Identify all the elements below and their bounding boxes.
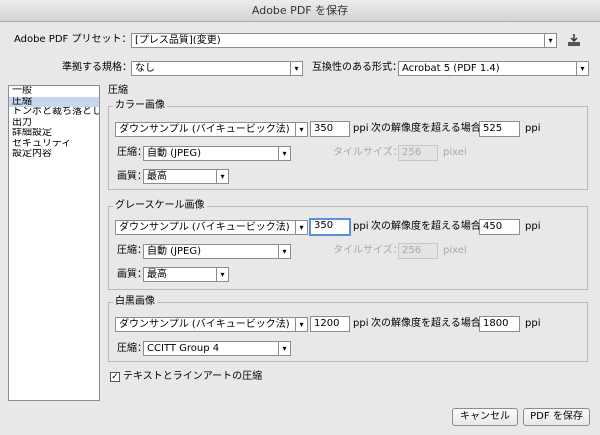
color-ppi-input[interactable]: 350 xyxy=(310,121,350,137)
preset-label: Adobe PDF プリセット： xyxy=(14,34,132,45)
save-pdf-button[interactable]: PDF を保存 xyxy=(523,408,590,426)
grayscale-sampling-select[interactable]: ダウンサンプル (バイキュービック法) ▾ xyxy=(115,220,308,235)
sidebar-item-summary[interactable]: 設定内容 xyxy=(9,149,99,160)
grayscale-compression-select[interactable]: 自動 (JPEG) ▾ xyxy=(143,244,291,259)
standard-label: 準拠する規格： xyxy=(62,62,132,73)
monochrome-threshold-unit: ppi xyxy=(525,318,541,329)
section-title: 圧縮 xyxy=(108,85,128,96)
chevron-down-icon: ▾ xyxy=(278,245,290,258)
monochrome-ppi-unit: ppi xyxy=(353,318,369,329)
grayscale-threshold-input[interactable]: 450 xyxy=(479,219,520,235)
chevron-down-icon: ▾ xyxy=(295,318,307,331)
chevron-down-icon: ▾ xyxy=(295,221,307,234)
grayscale-ppi-input[interactable]: 350 xyxy=(309,218,351,236)
sidebar-item-general[interactable]: 一般 xyxy=(9,86,99,97)
color-quality-value: 最高 xyxy=(147,171,167,182)
grayscale-tile-label: タイルサイズ： xyxy=(333,245,403,256)
chevron-down-icon: ▾ xyxy=(216,268,228,281)
color-tile-unit: pixel xyxy=(443,147,467,158)
sidebar-item-compression[interactable]: 圧縮 xyxy=(9,96,99,107)
monochrome-compression-value: CCITT Group 4 xyxy=(147,343,220,354)
monochrome-threshold-input[interactable]: 1800 xyxy=(479,316,520,332)
grayscale-tile-input: 256 xyxy=(398,243,438,259)
category-list: 一般 圧縮 トンボと裁ち落とし 出力 詳細設定 セキュリティ 設定内容 xyxy=(8,85,100,401)
chevron-down-icon: ▾ xyxy=(278,147,290,160)
standard-value: なし xyxy=(135,63,155,74)
chevron-down-icon: ▾ xyxy=(295,123,307,136)
color-threshold-label: 次の解像度を超える場合 xyxy=(371,123,481,134)
grayscale-ppi-unit: ppi xyxy=(353,221,369,232)
text-lineart-checkbox[interactable]: ✓ xyxy=(110,372,120,382)
color-compression-select[interactable]: 自動 (JPEG) ▾ xyxy=(143,146,291,161)
monochrome-sampling-select[interactable]: ダウンサンプル (バイキュービック法) ▾ xyxy=(115,317,308,332)
chevron-down-icon: ▾ xyxy=(278,342,290,355)
monochrome-ppi-input[interactable]: 1200 xyxy=(310,316,350,332)
color-compression-value: 自動 (JPEG) xyxy=(147,148,202,159)
monochrome-sampling-value: ダウンサンプル (バイキュービック法) xyxy=(119,319,290,330)
window-title: Adobe PDF を保存 xyxy=(0,0,600,22)
preset-value: [プレス品質](変更) xyxy=(135,35,221,46)
sidebar-item-advanced[interactable]: 詳細設定 xyxy=(9,128,99,139)
grayscale-sampling-value: ダウンサンプル (バイキュービック法) xyxy=(119,222,290,233)
color-tile-input: 256 xyxy=(398,145,438,161)
standard-select[interactable]: なし ▾ xyxy=(131,61,303,76)
grayscale-images-title: グレースケール画像 xyxy=(113,200,207,212)
preset-select[interactable]: [プレス品質](変更) ▾ xyxy=(131,33,557,48)
chevron-down-icon: ▾ xyxy=(290,62,302,75)
text-lineart-label: テキストとラインアートの圧縮 xyxy=(123,371,263,382)
color-images-title: カラー画像 xyxy=(113,100,167,112)
color-threshold-input[interactable]: 525 xyxy=(479,121,520,137)
color-sampling-value: ダウンサンプル (バイキュービック法) xyxy=(119,124,290,135)
color-sampling-select[interactable]: ダウンサンプル (バイキュービック法) ▾ xyxy=(115,122,308,137)
sidebar-item-marks-bleeds[interactable]: トンボと裁ち落とし xyxy=(9,107,99,118)
color-quality-select[interactable]: 最高 ▾ xyxy=(143,169,229,184)
sidebar-item-security[interactable]: セキュリティ xyxy=(9,139,99,150)
color-ppi-unit: ppi xyxy=(353,123,369,134)
sidebar-item-output[interactable]: 出力 xyxy=(9,118,99,129)
color-threshold-unit: ppi xyxy=(525,123,541,134)
color-tile-label: タイルサイズ： xyxy=(333,147,403,158)
grayscale-tile-unit: pixel xyxy=(443,245,467,256)
grayscale-quality-select[interactable]: 最高 ▾ xyxy=(143,267,229,282)
save-preset-icon[interactable] xyxy=(566,33,582,47)
compatibility-label: 互換性のある形式： xyxy=(312,62,402,73)
chevron-down-icon: ▾ xyxy=(544,34,556,47)
compatibility-select[interactable]: Acrobat 5 (PDF 1.4) ▾ xyxy=(398,61,589,76)
chevron-down-icon: ▾ xyxy=(216,170,228,183)
grayscale-threshold-unit: ppi xyxy=(525,221,541,232)
cancel-button[interactable]: キャンセル xyxy=(452,408,518,426)
grayscale-threshold-label: 次の解像度を超える場合 xyxy=(371,221,481,232)
monochrome-threshold-label: 次の解像度を超える場合 xyxy=(371,318,481,329)
chevron-down-icon: ▾ xyxy=(576,62,588,75)
grayscale-compression-value: 自動 (JPEG) xyxy=(147,246,202,257)
compatibility-value: Acrobat 5 (PDF 1.4) xyxy=(402,63,500,74)
grayscale-quality-value: 最高 xyxy=(147,269,167,280)
monochrome-compression-select[interactable]: CCITT Group 4 ▾ xyxy=(143,341,291,356)
monochrome-images-title: 白黒画像 xyxy=(113,296,157,308)
